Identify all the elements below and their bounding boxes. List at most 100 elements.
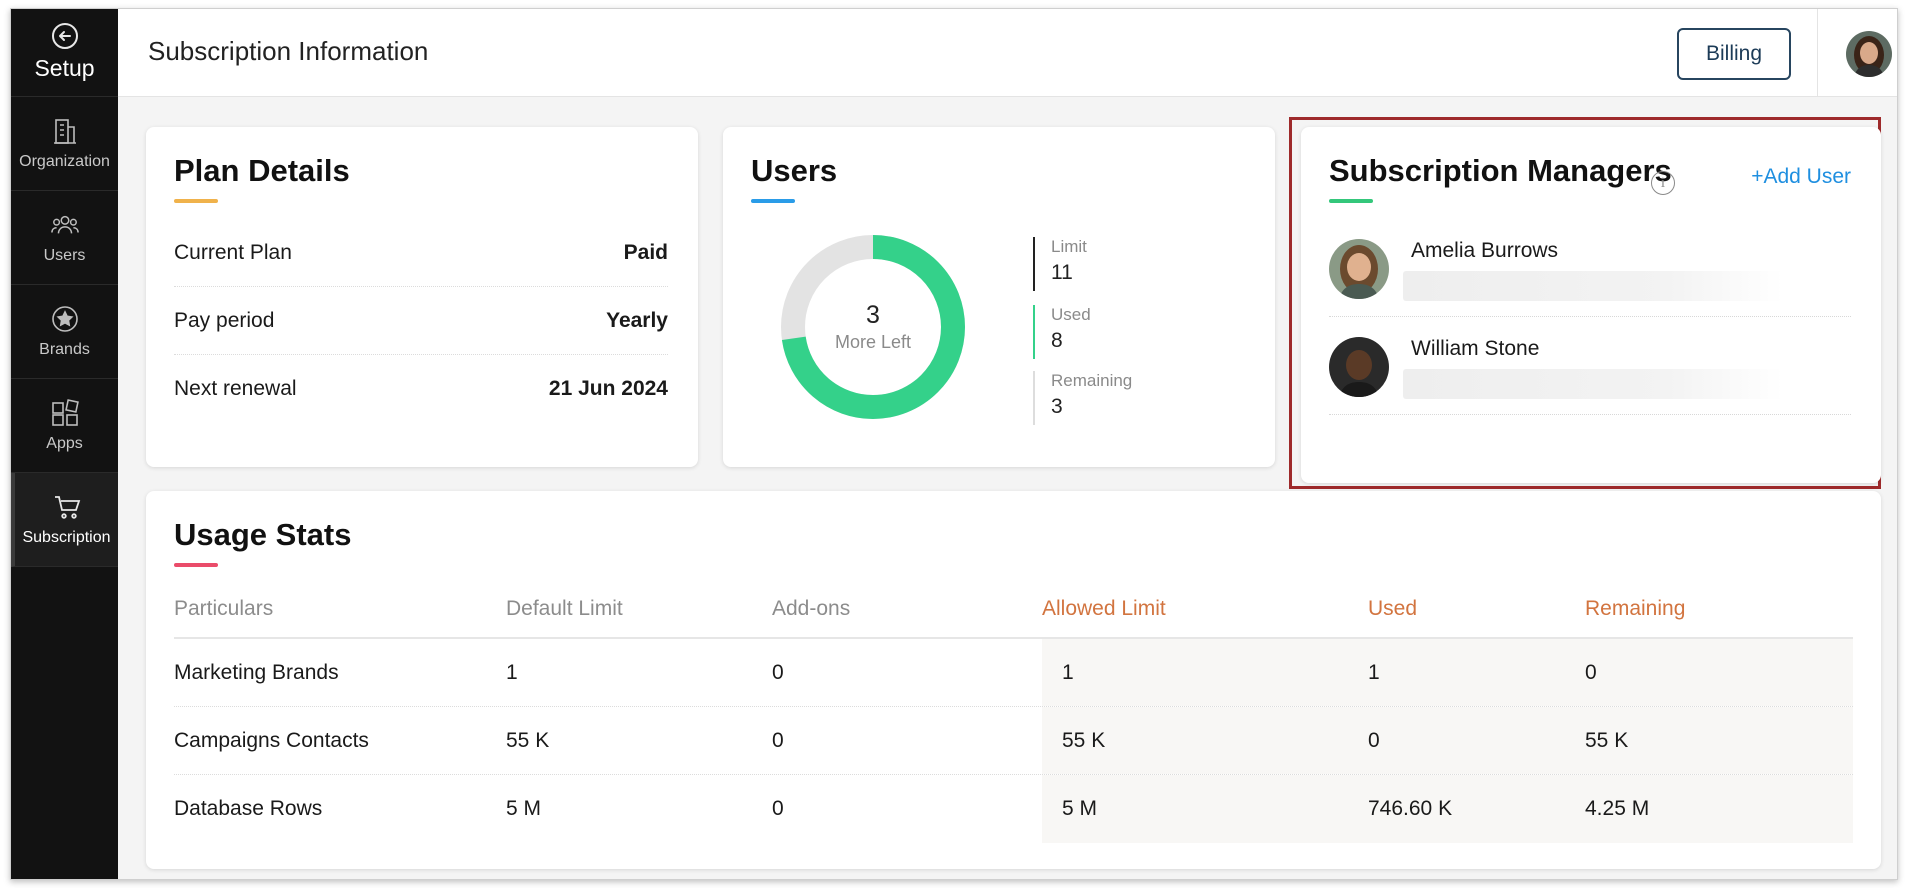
- donut-center-value: 3: [866, 301, 880, 329]
- redacted-email: [1403, 369, 1783, 399]
- manager-item: William Stone: [1329, 317, 1851, 415]
- title-underline: [174, 563, 218, 567]
- table-row: Marketing Brands 1 0 1 1 0: [174, 639, 1853, 707]
- table-cell: 0: [1368, 728, 1380, 752]
- table-cell: 4.25 M: [1585, 797, 1650, 820]
- sidebar-item-label: Subscription: [22, 528, 111, 546]
- usage-stats-card: Usage Stats Particulars Default Limit Ad…: [146, 491, 1881, 869]
- title-underline: [751, 199, 795, 203]
- table-cell: 55 K: [1062, 728, 1106, 752]
- donut-center-label: More Left: [834, 332, 912, 352]
- table-cell: 0: [1585, 660, 1597, 684]
- user-avatar[interactable]: [1846, 31, 1892, 77]
- table-cell: 1: [506, 660, 518, 684]
- sidebar-item-label: Users: [43, 246, 86, 264]
- manager-name: Amelia Burrows: [1411, 239, 1559, 262]
- title-underline: [174, 199, 218, 203]
- info-icon[interactable]: i: [1651, 171, 1675, 195]
- setup-back-button[interactable]: Setup: [11, 9, 118, 97]
- plan-details-card: Plan Details Current Plan Paid Pay perio…: [146, 127, 698, 467]
- avatar: [1329, 239, 1389, 299]
- star-badge-icon: [51, 305, 79, 333]
- avatar: [1329, 337, 1389, 397]
- plan-details-title: Plan Details: [174, 153, 350, 188]
- plan-row-label: Pay period: [174, 308, 275, 332]
- arrow-left-circle-icon: [51, 23, 78, 49]
- usage-stats-title: Usage Stats: [174, 517, 352, 552]
- stat-label: Remaining: [1051, 371, 1133, 390]
- table-cell: 55 K: [1585, 728, 1629, 752]
- sidebar-item-label: Apps: [46, 434, 83, 452]
- plan-row-value: 21 Jun 2024: [548, 377, 668, 400]
- table-cell: 746.60 K: [1368, 797, 1453, 820]
- app-window: Setup Organization Users Brands Apps Sub…: [10, 8, 1898, 880]
- table-header-row: Particulars Default Limit Add-ons Allowe…: [174, 581, 1853, 639]
- users-card: Users 3 More Left Limit 11 Used 8 Remain…: [723, 127, 1275, 467]
- highlight-column-bg: [1042, 707, 1853, 774]
- subscription-managers-card: Subscription Managers i +Add User Amelia…: [1301, 127, 1881, 483]
- add-user-link[interactable]: +Add User: [1751, 165, 1851, 189]
- table-cell: 0: [772, 728, 784, 752]
- page-header: Subscription Information Billing: [118, 9, 1897, 97]
- sidebar-item-label: Brands: [39, 340, 90, 358]
- setup-label: Setup: [34, 55, 95, 81]
- column-header: Add-ons: [772, 597, 851, 620]
- plan-row-next-renewal: Next renewal 21 Jun 2024: [174, 355, 668, 423]
- table-row: Campaigns Contacts 55 K 0 55 K 0 55 K: [174, 707, 1853, 775]
- table-cell: 5 M: [1062, 797, 1098, 820]
- sidebar-item-users[interactable]: Users: [11, 191, 118, 285]
- donut-center: 3 More Left: [781, 235, 965, 419]
- table-cell: 55 K: [506, 728, 550, 752]
- usage-table: Particulars Default Limit Add-ons Allowe…: [174, 581, 1853, 843]
- table-row: Database Rows 5 M 0 5 M 746.60 K 4.25 M: [174, 775, 1853, 843]
- column-header: Particulars: [174, 597, 274, 620]
- column-header: Default Limit: [506, 597, 623, 620]
- stat-label: Limit: [1051, 237, 1087, 256]
- sidebar-item-label: Organization: [19, 152, 110, 170]
- table-cell: Database Rows: [174, 797, 323, 820]
- stat-remaining: Remaining 3: [1033, 371, 1132, 425]
- table-cell: 5 M: [506, 797, 542, 820]
- table-cell: Campaigns Contacts: [174, 728, 369, 752]
- table-cell: 0: [772, 660, 784, 684]
- highlight-column-bg: [1042, 639, 1853, 706]
- table-cell: Marketing Brands: [174, 660, 339, 684]
- plan-row-current-plan: Current Plan Paid: [174, 219, 668, 287]
- billing-button[interactable]: Billing: [1677, 28, 1791, 80]
- stat-value: 8: [1051, 329, 1063, 352]
- stat-value: 3: [1051, 395, 1063, 418]
- plan-row-value: Paid: [623, 240, 668, 264]
- page-title: Subscription Information: [148, 36, 429, 66]
- column-header: Allowed Limit: [1042, 597, 1166, 620]
- manager-name: William Stone: [1411, 337, 1540, 360]
- manager-item: Amelia Burrows: [1329, 219, 1851, 317]
- table-cell: 1: [1368, 660, 1380, 684]
- sidebar-item-organization[interactable]: Organization: [11, 97, 118, 191]
- column-header: Remaining: [1585, 597, 1686, 620]
- table-cell: 0: [772, 797, 784, 820]
- sidebar-item-apps[interactable]: Apps: [11, 379, 118, 473]
- users-icon: [50, 211, 79, 239]
- stat-label: Used: [1051, 305, 1091, 324]
- sidebar: Setup Organization Users Brands Apps Sub…: [11, 9, 118, 879]
- subscription-managers-title: Subscription Managers: [1329, 153, 1672, 188]
- stat-limit: Limit 11: [1033, 237, 1087, 291]
- apps-grid-icon: [51, 398, 79, 427]
- sidebar-item-brands[interactable]: Brands: [11, 285, 118, 379]
- plan-row-pay-period: Pay period Yearly: [174, 287, 668, 355]
- users-donut-chart: 3 More Left: [781, 235, 965, 419]
- title-underline: [1329, 199, 1373, 203]
- header-divider: [1817, 9, 1818, 97]
- building-icon: [51, 117, 79, 145]
- plan-row-value: Yearly: [606, 308, 668, 332]
- stat-used: Used 8: [1033, 305, 1091, 359]
- redacted-email: [1403, 271, 1783, 301]
- column-header: Used: [1368, 597, 1418, 620]
- stat-value: 11: [1051, 261, 1073, 284]
- plan-row-label: Next renewal: [174, 377, 297, 400]
- sidebar-item-subscription[interactable]: Subscription: [11, 473, 118, 567]
- users-title: Users: [751, 153, 838, 188]
- plan-row-label: Current Plan: [174, 240, 292, 264]
- cart-icon: [53, 493, 81, 521]
- table-cell: 1: [1062, 660, 1074, 684]
